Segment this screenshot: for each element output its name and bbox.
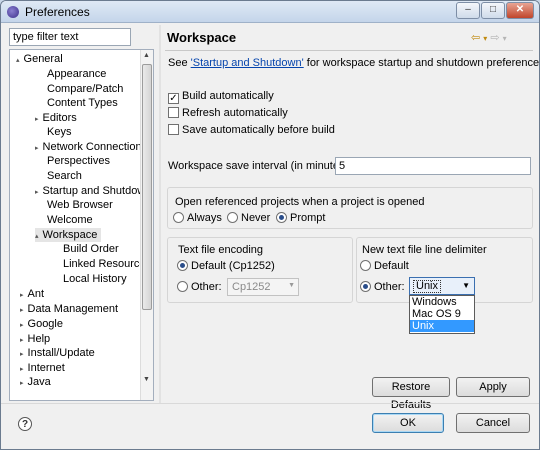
page-title: Workspace bbox=[167, 30, 237, 45]
tree-item-install-update[interactable]: ▸ Install/Update bbox=[20, 346, 95, 360]
delimiter-option-mac-os-9[interactable]: Mac OS 9 bbox=[410, 308, 474, 320]
text-file-encoding-title: Text file encoding bbox=[178, 244, 263, 256]
tree-item-general[interactable]: ▴ General bbox=[16, 52, 63, 66]
tree-item-editors[interactable]: ▸ Editors bbox=[35, 111, 77, 125]
scrollbar-thumb[interactable] bbox=[142, 64, 152, 310]
build-automatically-checkbox[interactable]: ✓ Build automatically bbox=[168, 90, 274, 104]
panel-divider[interactable] bbox=[159, 25, 161, 403]
tree-item-web-browser[interactable]: Web Browser bbox=[47, 198, 113, 212]
window-title: Preferences bbox=[25, 5, 90, 19]
tree-item-java[interactable]: ▸ Java bbox=[20, 375, 51, 389]
tree-scrollbar[interactable]: ▲ ▼ bbox=[140, 50, 153, 400]
tree-item-keys[interactable]: Keys bbox=[47, 125, 71, 139]
tree-item-local-history[interactable]: Local History bbox=[63, 272, 127, 286]
expand-arrow-icon[interactable]: ▸ bbox=[20, 322, 24, 329]
tree-item-appearance[interactable]: Appearance bbox=[47, 67, 106, 81]
forward-arrow-icon[interactable]: ⇨ bbox=[490, 32, 499, 44]
forward-menu-chevron-icon[interactable]: ▾ bbox=[503, 34, 507, 43]
expand-arrow-icon[interactable]: ▸ bbox=[20, 337, 24, 344]
tree-item-search[interactable]: Search bbox=[47, 169, 82, 183]
line-delimiter-title: New text file line delimiter bbox=[362, 244, 487, 256]
encoding-select[interactable]: Cp1252 ▼ bbox=[227, 278, 299, 296]
tree-item-data-management[interactable]: ▸ Data Management bbox=[20, 302, 118, 316]
tree-item-internet[interactable]: ▸ Internet bbox=[20, 361, 65, 375]
always-radio[interactable]: Always bbox=[173, 212, 222, 225]
expand-arrow-icon[interactable]: ▸ bbox=[35, 116, 39, 123]
delimiter-option-windows[interactable]: Windows bbox=[410, 296, 474, 308]
tree-item-workspace[interactable]: ▴ Workspace bbox=[35, 228, 101, 242]
tree-item-linked-resources[interactable]: Linked Resources bbox=[63, 257, 151, 271]
preferences-window: Preferences – □ ✕ ▴General Appearance Co… bbox=[0, 0, 540, 450]
checkmark-icon[interactable]: ✓ bbox=[168, 93, 179, 104]
save-interval-input[interactable] bbox=[335, 157, 531, 175]
chevron-down-icon: ▼ bbox=[462, 281, 470, 290]
delimiter-other-radio[interactable]: Other: bbox=[360, 281, 405, 294]
filter-input[interactable] bbox=[9, 28, 131, 46]
footer-separator bbox=[1, 403, 539, 404]
delimiter-option-unix[interactable]: Unix bbox=[410, 320, 474, 332]
cancel-button[interactable]: Cancel bbox=[456, 413, 530, 433]
scroll-up-arrow-icon[interactable]: ▲ bbox=[143, 52, 150, 59]
never-radio[interactable]: Never bbox=[227, 212, 270, 225]
collapse-arrow-icon[interactable]: ▴ bbox=[35, 233, 39, 240]
tree-item-ant[interactable]: ▸ Ant bbox=[20, 287, 44, 301]
expand-arrow-icon[interactable]: ▸ bbox=[35, 189, 39, 196]
tree-item-compare-patch[interactable]: Compare/Patch bbox=[47, 82, 123, 96]
save-before-build-checkbox[interactable]: Save automatically before build bbox=[168, 124, 335, 138]
restore-defaults-button[interactable]: Restore Defaults bbox=[372, 377, 450, 411]
minimize-button[interactable]: – bbox=[456, 2, 480, 19]
page-navigation: ⇦ ▾ ⇨ ▾ bbox=[471, 31, 507, 44]
expand-arrow-icon[interactable]: ▸ bbox=[20, 366, 24, 373]
prompt-radio[interactable]: Prompt bbox=[276, 212, 325, 225]
back-menu-chevron-icon[interactable]: ▾ bbox=[483, 34, 487, 43]
expand-arrow-icon[interactable]: ▸ bbox=[20, 307, 24, 314]
preferences-tree: ▴ General Appearance Compare/Patch Conten… bbox=[9, 49, 154, 401]
delimiter-default-radio[interactable]: Default bbox=[360, 260, 409, 273]
apply-button[interactable]: Apply bbox=[456, 377, 530, 397]
help-icon[interactable]: ? bbox=[18, 417, 32, 431]
close-button[interactable]: ✕ bbox=[506, 2, 534, 19]
tree-item-build-order[interactable]: Build Order bbox=[63, 242, 119, 256]
save-interval-label: Workspace save interval (in minutes): bbox=[168, 160, 352, 172]
open-referenced-projects-title: Open referenced projects when a project … bbox=[175, 196, 425, 208]
startup-shutdown-link[interactable]: 'Startup and Shutdown' bbox=[191, 57, 304, 69]
tree-item-content-types[interactable]: Content Types bbox=[47, 96, 118, 110]
collapse-arrow-icon[interactable]: ▴ bbox=[16, 57, 20, 64]
encoding-default-radio[interactable]: Default (Cp1252) bbox=[177, 260, 275, 273]
tree-item-network-connections[interactable]: ▸ Network Connections bbox=[35, 140, 147, 154]
expand-arrow-icon[interactable]: ▸ bbox=[20, 292, 24, 299]
maximize-button[interactable]: □ bbox=[481, 2, 505, 19]
chevron-down-icon: ▼ bbox=[288, 282, 295, 289]
expand-arrow-icon[interactable]: ▸ bbox=[20, 351, 24, 358]
refresh-automatically-checkbox[interactable]: Refresh automatically bbox=[168, 107, 288, 121]
tree-item-perspectives[interactable]: Perspectives bbox=[47, 154, 110, 168]
scroll-down-arrow-icon[interactable]: ▼ bbox=[143, 376, 150, 383]
title-bar: Preferences – □ ✕ bbox=[1, 1, 539, 23]
back-arrow-icon[interactable]: ⇦ bbox=[471, 32, 480, 44]
startup-shutdown-hint: See 'Startup and Shutdown' for workspace… bbox=[168, 57, 540, 69]
tree-item-welcome[interactable]: Welcome bbox=[47, 213, 93, 227]
tree-item-help[interactable]: ▸ Help bbox=[20, 332, 50, 346]
tree-item-google[interactable]: ▸ Google bbox=[20, 317, 63, 331]
ok-button[interactable]: OK bbox=[372, 413, 444, 433]
line-delimiter-select[interactable]: Unix ▼ bbox=[409, 277, 475, 295]
expand-arrow-icon[interactable]: ▸ bbox=[35, 145, 39, 152]
eclipse-icon bbox=[7, 6, 19, 18]
encoding-other-radio[interactable]: Other: bbox=[177, 281, 222, 294]
expand-arrow-icon[interactable]: ▸ bbox=[20, 380, 24, 387]
tree-item-startup-shutdown[interactable]: ▸ Startup and Shutdown bbox=[35, 184, 151, 198]
title-separator bbox=[165, 50, 533, 51]
line-delimiter-dropdown: Windows Mac OS 9 Unix bbox=[409, 295, 475, 334]
